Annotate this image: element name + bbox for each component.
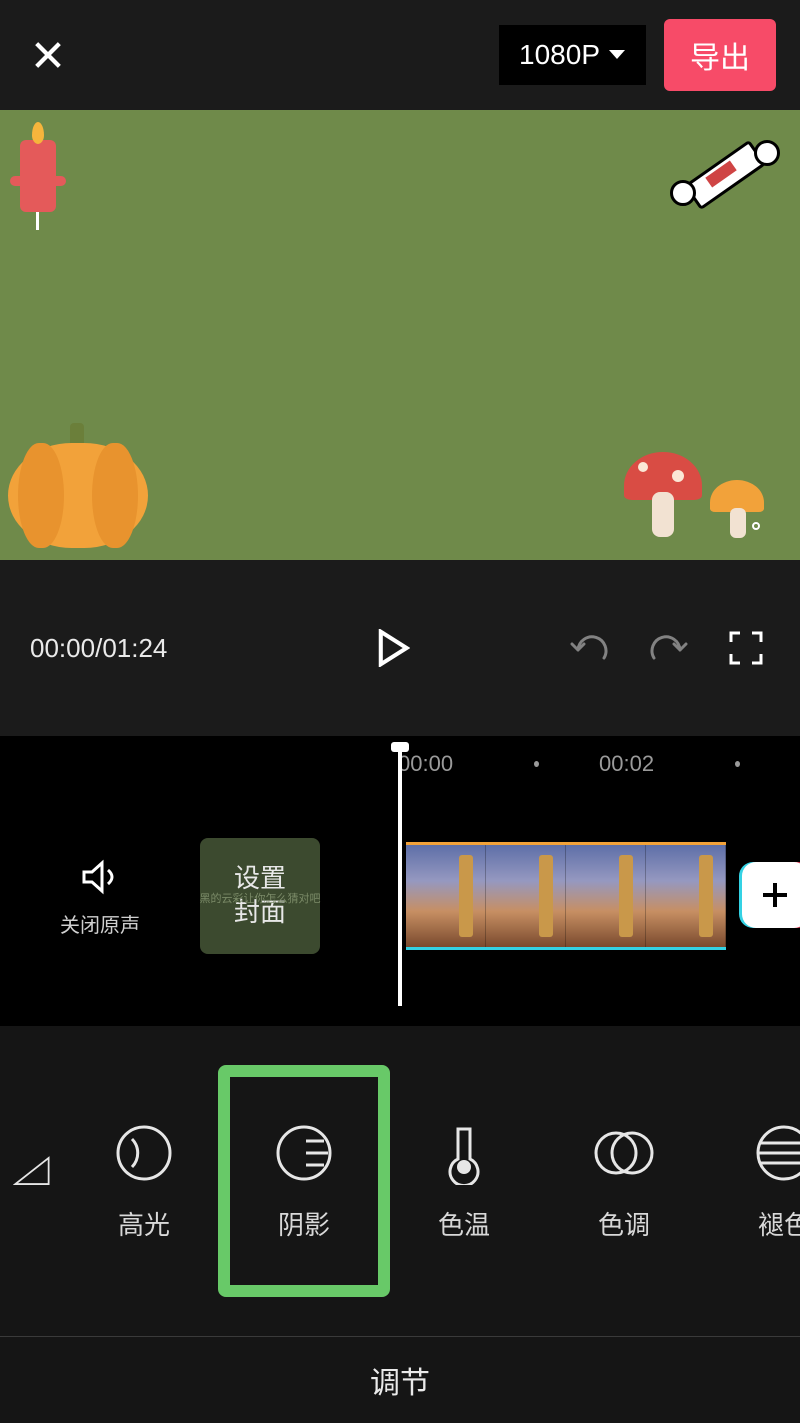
clip-thumb (486, 845, 566, 947)
fade-icon (752, 1121, 800, 1185)
sticker-scroll (670, 130, 780, 230)
play-button[interactable] (369, 624, 417, 672)
adjust-fade[interactable]: 褪色 (704, 1121, 800, 1242)
fullscreen-button[interactable] (722, 624, 770, 672)
sticker-candle (20, 140, 56, 212)
panel-title: 调节 (0, 1337, 800, 1423)
top-bar: 1080P 导出 (0, 0, 800, 110)
video-preview[interactable] (0, 110, 800, 560)
adjust-label: 褪色 (758, 1205, 800, 1242)
play-icon (376, 629, 410, 667)
undo-icon (570, 632, 610, 664)
plus-icon (760, 880, 790, 910)
close-icon (31, 38, 65, 72)
highlight-icon (112, 1121, 176, 1185)
close-button[interactable] (24, 31, 72, 79)
time-display: 00:00/01:24 (30, 633, 220, 664)
clip-thumb (566, 845, 646, 947)
add-clip-button[interactable] (742, 862, 800, 928)
adjust-panel: 高光 阴影 色温 色调 褪色 调节 (0, 1026, 800, 1423)
resolution-label: 1080P (519, 39, 600, 71)
undo-button[interactable] (566, 624, 614, 672)
fullscreen-icon (728, 630, 764, 666)
timeline[interactable]: 00:00 00:02 关闭原声 黑的云彩让你怎么猜对吧 设置 封面 (0, 736, 800, 1026)
temperature-icon (432, 1121, 496, 1185)
mute-audio-button[interactable]: 关闭原声 (0, 855, 200, 938)
redo-icon (648, 632, 688, 664)
redo-button[interactable] (644, 624, 692, 672)
clip-thumb (646, 845, 726, 947)
playback-bar: 00:00/01:24 (0, 560, 800, 736)
sticker-mushrooms (624, 442, 764, 542)
chevron-down-icon (608, 49, 626, 61)
clip-track[interactable] (406, 826, 800, 966)
adjust-label: 色温 (438, 1205, 490, 1242)
adjust-label: 阴影 (278, 1205, 330, 1242)
adjust-label: 高光 (118, 1205, 170, 1242)
mute-label: 关闭原声 (60, 909, 140, 938)
adjust-shadow[interactable]: 阴影 (224, 1071, 384, 1291)
clip-thumb (406, 845, 486, 947)
resolution-dropdown[interactable]: 1080P (499, 25, 646, 85)
tint-icon (592, 1121, 656, 1185)
adjust-label: 色调 (598, 1205, 650, 1242)
video-clip[interactable] (406, 842, 726, 950)
speaker-icon (78, 855, 122, 899)
adjust-tint[interactable]: 色调 (544, 1121, 704, 1242)
sticker-pumpkin (8, 443, 148, 548)
adjust-options-row[interactable]: 高光 阴影 色温 色调 褪色 (0, 1026, 800, 1336)
adjust-temperature[interactable]: 色温 (384, 1121, 544, 1242)
export-button[interactable]: 导出 (664, 19, 776, 91)
adjust-highlight[interactable]: 高光 (64, 1121, 224, 1242)
adjust-prev-partial[interactable] (0, 1139, 64, 1223)
set-cover-button[interactable]: 黑的云彩让你怎么猜对吧 设置 封面 (200, 838, 320, 954)
triangle-icon (13, 1141, 51, 1201)
shadow-icon (272, 1121, 336, 1185)
